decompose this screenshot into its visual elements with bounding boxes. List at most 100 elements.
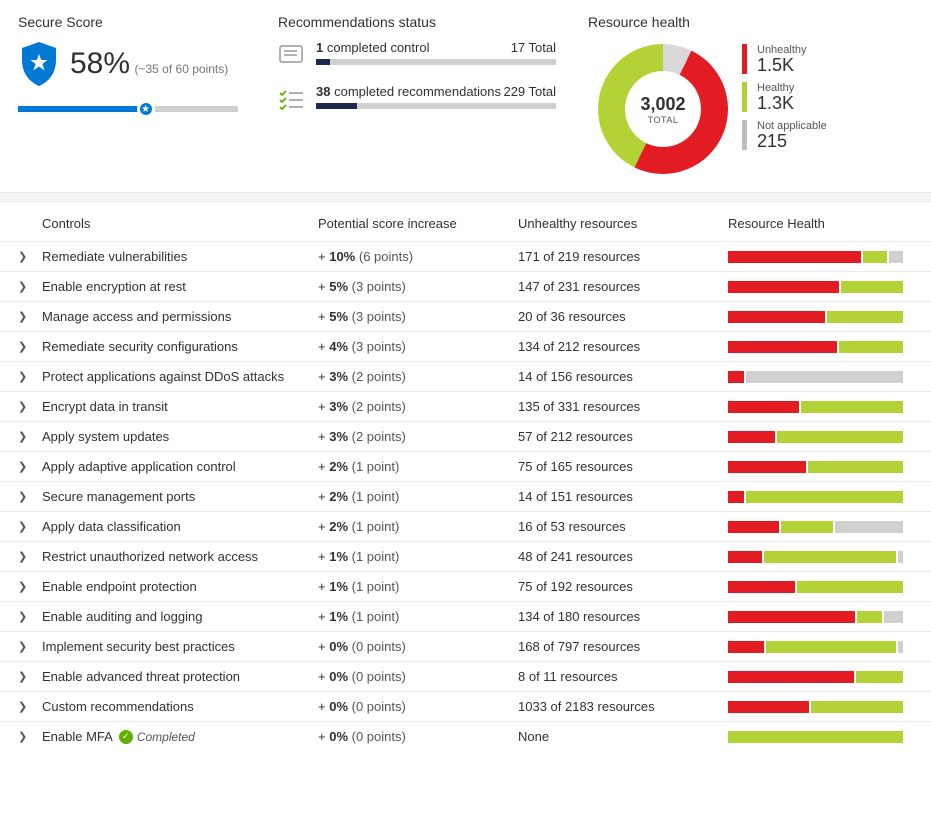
expand-chevron-icon[interactable]: ❯	[18, 460, 42, 473]
table-row[interactable]: ❯Enable advanced threat protection+ 0% (…	[0, 661, 931, 691]
secure-score-section: Secure Score 58% (~35 of 60 points) ★	[18, 14, 278, 174]
resource-total-value: 3,002	[640, 94, 685, 115]
table-row[interactable]: ❯Custom recommendations+ 0% (0 points)10…	[0, 691, 931, 721]
potential-score-increase: + 3% (2 points)	[318, 399, 518, 414]
resource-health-title: Resource health	[588, 14, 913, 30]
table-row[interactable]: ❯Enable endpoint protection+ 1% (1 point…	[0, 571, 931, 601]
secure-score-knob[interactable]: ★	[137, 100, 155, 118]
resource-health-bar	[728, 671, 913, 683]
control-name: Remediate vulnerabilities	[42, 249, 318, 264]
expand-chevron-icon[interactable]: ❯	[18, 520, 42, 533]
control-name: Remediate security configurations	[42, 339, 318, 354]
secure-score-title: Secure Score	[18, 14, 278, 30]
legend-na-value: 215	[757, 132, 827, 150]
control-name: Manage access and permissions	[42, 309, 318, 324]
table-row[interactable]: ❯Manage access and permissions+ 5% (3 po…	[0, 301, 931, 331]
controls-progress-bar	[316, 59, 556, 65]
table-row[interactable]: ❯Restrict unauthorized network access+ 1…	[0, 541, 931, 571]
resource-health-bar	[728, 581, 913, 593]
potential-score-increase: + 0% (0 points)	[318, 699, 518, 714]
header-unhealthy[interactable]: Unhealthy resources	[518, 216, 728, 231]
control-name: Apply adaptive application control	[42, 459, 318, 474]
potential-score-increase: + 1% (1 point)	[318, 579, 518, 594]
table-row[interactable]: ❯Enable encryption at rest+ 5% (3 points…	[0, 271, 931, 301]
control-name: Protect applications against DDoS attack…	[42, 369, 318, 384]
unhealthy-resources: None	[518, 729, 728, 744]
expand-chevron-icon[interactable]: ❯	[18, 370, 42, 383]
summary-panel: Secure Score 58% (~35 of 60 points) ★ Re…	[0, 0, 931, 192]
header-health[interactable]: Resource Health	[728, 216, 913, 231]
resource-health-bar	[728, 521, 913, 533]
header-score[interactable]: Potential score increase	[318, 216, 518, 231]
potential-score-increase: + 0% (0 points)	[318, 639, 518, 654]
expand-chevron-icon[interactable]: ❯	[18, 280, 42, 293]
resource-health-legend: Unhealthy 1.5K Healthy 1.3K Not applicab…	[742, 44, 827, 174]
legend-unhealthy-value: 1.5K	[757, 56, 827, 74]
table-row[interactable]: ❯Apply data classification+ 2% (1 point)…	[0, 511, 931, 541]
completed-controls-item: 1 completed control 17 Total	[278, 40, 568, 70]
expand-chevron-icon[interactable]: ❯	[18, 550, 42, 563]
table-row[interactable]: ❯Encrypt data in transit+ 3% (2 points)1…	[0, 391, 931, 421]
expand-chevron-icon[interactable]: ❯	[18, 700, 42, 713]
completed-rec-count: 38	[316, 84, 330, 99]
control-name: Encrypt data in transit	[42, 399, 318, 414]
control-name: Enable MFA✓Completed	[42, 729, 318, 744]
resource-health-bar	[728, 281, 913, 293]
shield-icon	[18, 40, 60, 88]
potential-score-increase: + 1% (1 point)	[318, 549, 518, 564]
unhealthy-resources: 14 of 156 resources	[518, 369, 728, 384]
completed-recommendations-item: 38 completed recommendations 229 Total	[278, 84, 568, 114]
expand-chevron-icon[interactable]: ❯	[18, 730, 42, 743]
table-row[interactable]: ❯Enable MFA✓Completed+ 0% (0 points)None	[0, 721, 931, 751]
header-controls[interactable]: Controls	[42, 216, 318, 231]
completed-rec-label: completed recommendations	[334, 84, 501, 99]
controls-list-icon	[278, 42, 306, 70]
expand-chevron-icon[interactable]: ❯	[18, 610, 42, 623]
resource-health-bar	[728, 251, 913, 263]
resource-health-bar	[728, 641, 913, 653]
legend-healthy-value: 1.3K	[757, 94, 827, 112]
table-row[interactable]: ❯Remediate vulnerabilities+ 10% (6 point…	[0, 241, 931, 271]
expand-chevron-icon[interactable]: ❯	[18, 490, 42, 503]
unhealthy-resources: 20 of 36 resources	[518, 309, 728, 324]
expand-chevron-icon[interactable]: ❯	[18, 580, 42, 593]
resource-health-bar	[728, 551, 913, 563]
resource-health-bar	[728, 371, 913, 383]
potential-score-increase: + 0% (0 points)	[318, 669, 518, 684]
control-name: Enable advanced threat protection	[42, 669, 318, 684]
potential-score-increase: + 5% (3 points)	[318, 279, 518, 294]
potential-score-increase: + 10% (6 points)	[318, 249, 518, 264]
unhealthy-resources: 75 of 165 resources	[518, 459, 728, 474]
potential-score-increase: + 3% (2 points)	[318, 429, 518, 444]
control-name: Enable encryption at rest	[42, 279, 318, 294]
table-row[interactable]: ❯Enable auditing and logging+ 1% (1 poin…	[0, 601, 931, 631]
unhealthy-resources: 48 of 241 resources	[518, 549, 728, 564]
resource-health-section: Resource health 3,002 TOTAL Unhealthy 1.…	[588, 14, 913, 174]
expand-chevron-icon[interactable]: ❯	[18, 310, 42, 323]
table-row[interactable]: ❯Remediate security configurations+ 4% (…	[0, 331, 931, 361]
expand-chevron-icon[interactable]: ❯	[18, 430, 42, 443]
expand-chevron-icon[interactable]: ❯	[18, 670, 42, 683]
legend-unhealthy[interactable]: Unhealthy 1.5K	[742, 44, 827, 74]
expand-chevron-icon[interactable]: ❯	[18, 250, 42, 263]
expand-chevron-icon[interactable]: ❯	[18, 340, 42, 353]
completed-badge: ✓Completed	[119, 730, 195, 744]
legend-healthy[interactable]: Healthy 1.3K	[742, 82, 827, 112]
legend-na[interactable]: Not applicable 215	[742, 120, 827, 150]
unhealthy-resources: 8 of 11 resources	[518, 669, 728, 684]
check-circle-icon: ✓	[119, 730, 133, 744]
completed-controls-count: 1	[316, 40, 323, 55]
unhealthy-resources: 147 of 231 resources	[518, 279, 728, 294]
resource-health-bar	[728, 491, 913, 503]
table-row[interactable]: ❯Secure management ports+ 2% (1 point)14…	[0, 481, 931, 511]
potential-score-increase: + 1% (1 point)	[318, 609, 518, 624]
unhealthy-resources: 135 of 331 resources	[518, 399, 728, 414]
table-row[interactable]: ❯Protect applications against DDoS attac…	[0, 361, 931, 391]
table-row[interactable]: ❯Apply adaptive application control+ 2% …	[0, 451, 931, 481]
expand-chevron-icon[interactable]: ❯	[18, 400, 42, 413]
table-row[interactable]: ❯Apply system updates+ 3% (2 points)57 o…	[0, 421, 931, 451]
secure-score-bar-fill	[18, 106, 146, 112]
expand-chevron-icon[interactable]: ❯	[18, 640, 42, 653]
control-name: Enable endpoint protection	[42, 579, 318, 594]
table-row[interactable]: ❯Implement security best practices+ 0% (…	[0, 631, 931, 661]
